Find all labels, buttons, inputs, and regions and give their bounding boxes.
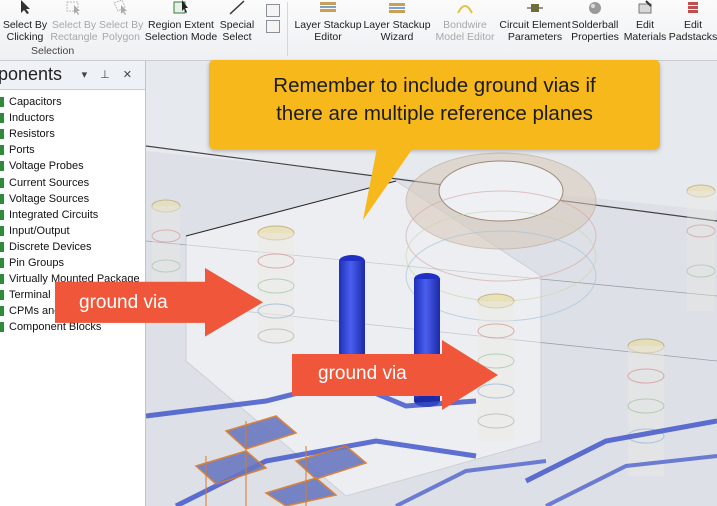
tree-item-label: Voltage Sources [9, 192, 90, 205]
region-extent-label: Region Extent Selection Mode [144, 19, 218, 43]
folder-icon [0, 209, 4, 220]
tree-item-label: Terminal [9, 289, 51, 302]
tree-item-discrete-devices[interactable]: Discrete Devices [0, 239, 140, 255]
panel-controls[interactable]: ▾ ⊥ ✕ [82, 68, 137, 81]
tip-callout: Remember to include ground vias if there… [209, 60, 660, 149]
tree-item-input-output[interactable]: Input/Output [0, 223, 140, 239]
bondwire-model-editor-button[interactable]: Bondwire Model Editor [432, 0, 498, 43]
polygon-select-icon [113, 0, 129, 18]
special-select-button[interactable]: Special Select [218, 0, 256, 43]
components-panel-title: ponents [0, 64, 63, 84]
tree-item-inductors[interactable]: Inductors [0, 110, 140, 126]
select-by-rectangle-button[interactable]: Select By Rectangle [50, 0, 98, 43]
tree-item-label: Current Sources [9, 176, 90, 189]
edit-padstacks-label: Edit Padstacks [668, 19, 717, 43]
tree-item-ports[interactable]: Ports [0, 142, 140, 158]
solderball-properties-label: Solderball Properties [571, 19, 619, 43]
folder-icon [0, 113, 4, 124]
edit-padstacks-icon [684, 0, 702, 18]
solderball-properties-button[interactable]: Solderball Properties [571, 0, 619, 43]
small-tools [266, 4, 280, 36]
folder-icon [0, 193, 4, 204]
tree-item-voltage-probes[interactable]: Voltage Probes [0, 158, 140, 174]
select-by-polygon-label: Select By Polygon [99, 19, 144, 43]
tree-item-label: Discrete Devices [9, 240, 92, 253]
tree-item-voltage-sources[interactable]: Voltage Sources [0, 191, 140, 207]
tree-item-label: Integrated Circuits [9, 208, 99, 221]
folder-icon [0, 129, 4, 140]
folder-icon [0, 97, 4, 108]
select-by-rectangle-label: Select By Rectangle [50, 19, 98, 43]
diagonal-line-icon [228, 0, 246, 18]
edit-padstacks-button[interactable]: Edit Padstacks [668, 0, 717, 43]
special-select-label: Special Select [219, 19, 255, 43]
ribbon-toolbar: Select By Clicking Select By Rectangle S… [0, 0, 717, 61]
tree-item-resistors[interactable]: Resistors [0, 126, 140, 142]
tree-item-label: Voltage Probes [9, 160, 84, 173]
folder-icon [0, 225, 4, 236]
layer-stackup-editor-icon [318, 0, 338, 18]
dropdown-icon[interactable] [266, 20, 280, 33]
components-panel-header: ponents ▾ ⊥ ✕ [0, 61, 145, 90]
ground-via-label-left: ground via [79, 292, 168, 313]
folder-icon [0, 177, 4, 188]
folder-icon [0, 241, 4, 252]
folder-icon [0, 257, 4, 268]
layer-stackup-editor-button[interactable]: Layer Stackup Editor [293, 0, 363, 43]
layer-stackup-wizard-button[interactable]: Layer Stackup Wizard [362, 0, 432, 43]
folder-icon [0, 290, 4, 301]
edit-materials-label: Edit Materials [623, 19, 667, 43]
callout-pointer [363, 148, 413, 220]
ground-via-label-right: ground via [318, 363, 407, 384]
edit-materials-button[interactable]: Edit Materials [621, 0, 669, 43]
selection-group-label: Selection [31, 45, 75, 57]
select-by-clicking-button[interactable]: Select By Clicking [2, 0, 48, 43]
copy-icon[interactable] [266, 4, 280, 17]
layer-stackup-wizard-label: Layer Stackup Wizard [363, 19, 431, 43]
select-by-clicking-label: Select By Clicking [2, 19, 48, 43]
layer-stackup-editor-label: Layer Stackup Editor [294, 19, 362, 43]
tree-item-label: Ports [9, 144, 35, 157]
tree-item-capacitors[interactable]: Capacitors [0, 94, 140, 110]
tree-item-label: Input/Output [9, 224, 70, 237]
cursor-icon [19, 0, 31, 18]
bondwire-model-editor-label: Bondwire Model Editor [435, 19, 495, 43]
region-extent-selection-mode-button[interactable]: Region Extent Selection Mode [144, 0, 218, 43]
circuit-element-parameters-button[interactable]: Circuit Element Parameters [498, 0, 572, 43]
circuit-element-parameters-label: Circuit Element Parameters [499, 19, 571, 43]
tree-item-label: CPMs and [9, 305, 61, 318]
folder-icon [0, 322, 4, 333]
tree-item-label: Inductors [9, 112, 55, 125]
rectangle-select-icon [66, 0, 82, 18]
select-by-polygon-button[interactable]: Select By Polygon [99, 0, 143, 43]
bondwire-icon [455, 0, 475, 18]
edit-materials-icon [636, 0, 654, 18]
folder-icon [0, 145, 4, 156]
tree-item-current-sources[interactable]: Current Sources [0, 174, 140, 190]
region-extent-icon [171, 0, 191, 18]
tip-callout-text: Remember to include ground vias if there… [273, 74, 596, 125]
tree-item-label: Capacitors [9, 96, 62, 109]
solderball-icon [586, 0, 604, 18]
folder-icon [0, 161, 4, 172]
ribbon-separator [287, 2, 288, 56]
circuit-element-icon [525, 0, 545, 18]
folder-icon [0, 306, 4, 317]
layer-stackup-wizard-icon [387, 0, 407, 18]
tree-item-label: Resistors [9, 128, 55, 141]
tree-item-integrated-circuits[interactable]: Integrated Circuits [0, 207, 140, 223]
folder-icon [0, 274, 4, 285]
